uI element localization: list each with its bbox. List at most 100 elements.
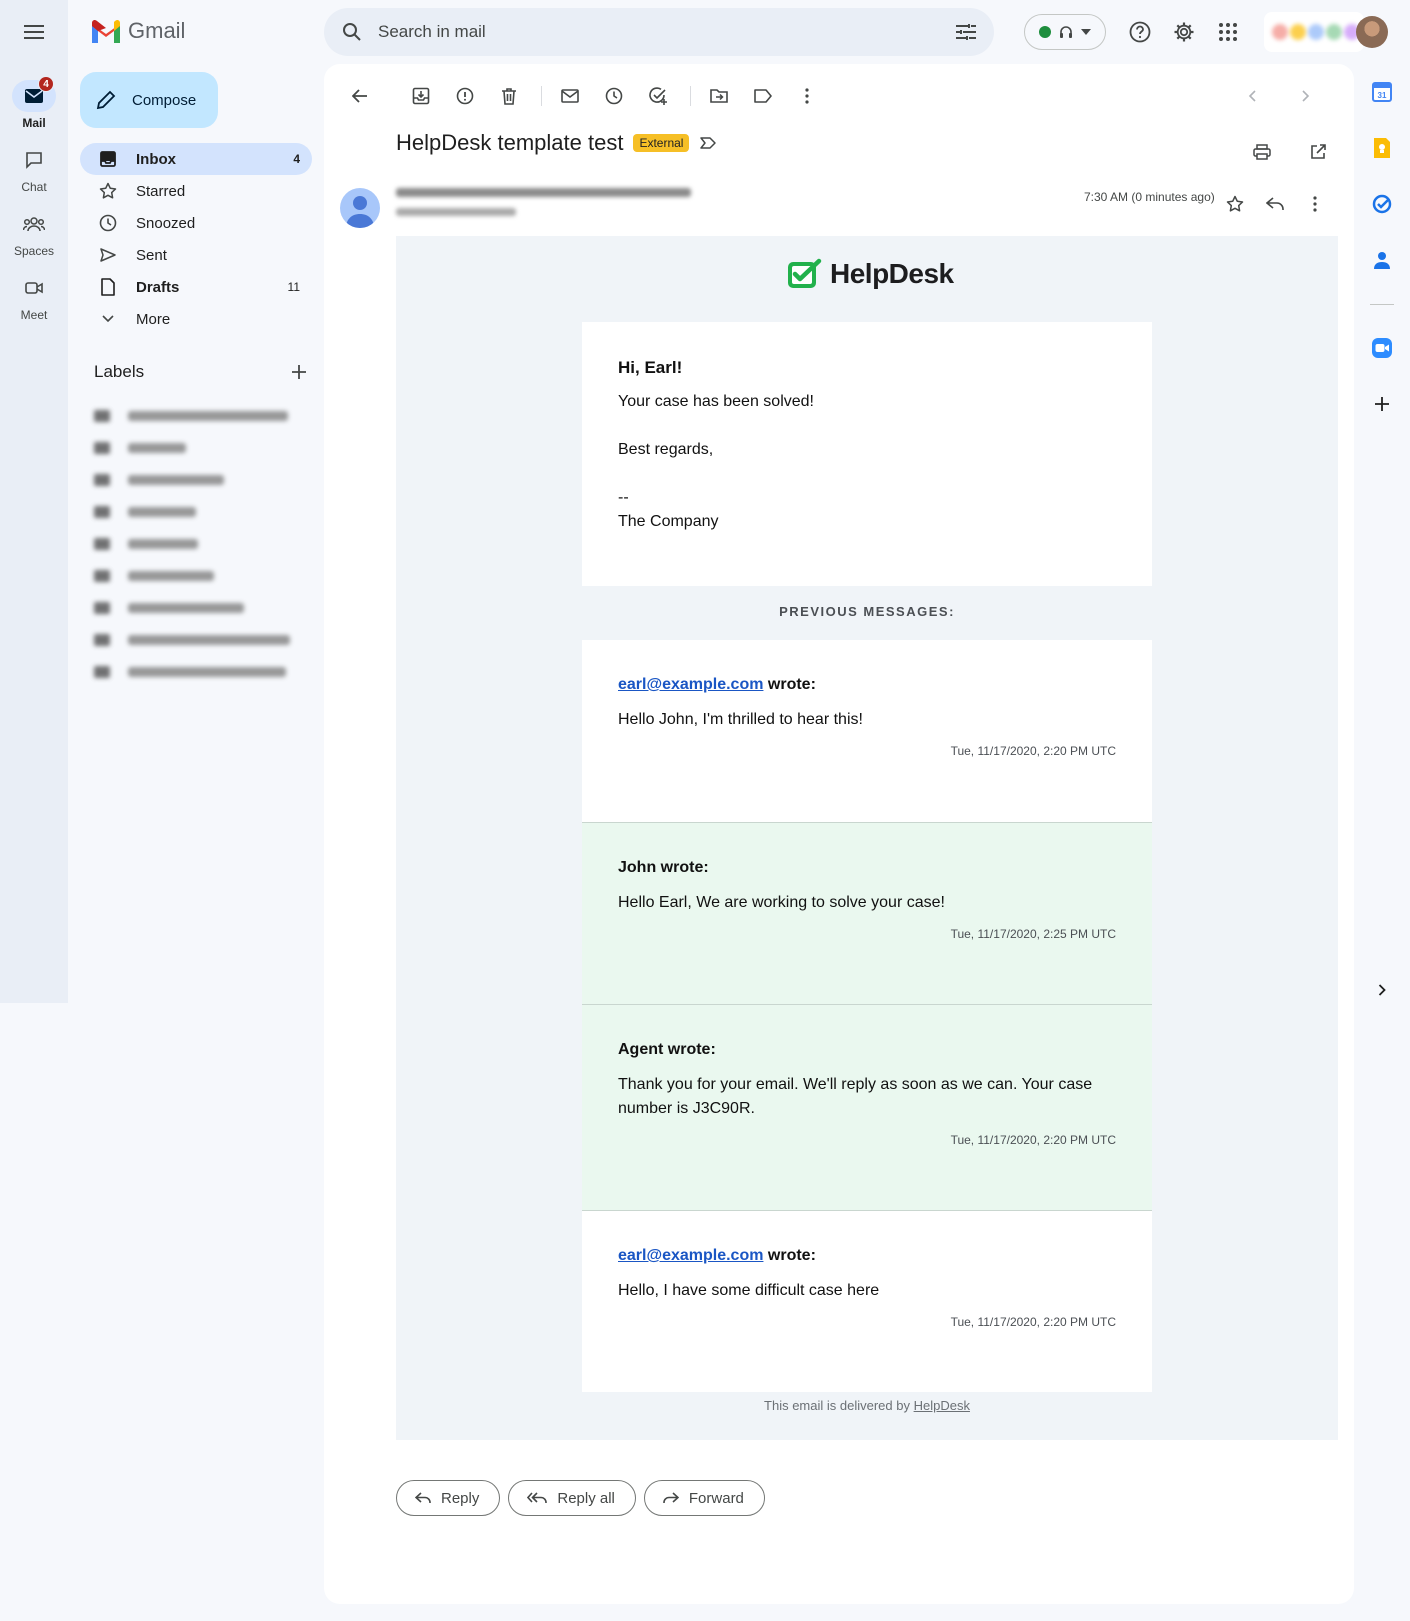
nav-count: 4 <box>293 152 300 166</box>
add-task-button[interactable] <box>638 76 678 116</box>
nav-item-drafts[interactable]: Drafts 11 <box>80 271 312 303</box>
account-switcher[interactable] <box>1264 12 1364 52</box>
more-vert-icon <box>1313 196 1317 212</box>
search-options-icon[interactable] <box>956 23 976 41</box>
compose-button[interactable]: Compose <box>80 72 218 128</box>
author-line: John wrote: <box>618 859 709 876</box>
email-main-card: Hi, Earl! Your case has been solved! Bes… <box>582 322 1152 586</box>
newer-button[interactable] <box>1232 76 1272 116</box>
expand-panel-chevron-icon[interactable] <box>1370 978 1394 1002</box>
sender-avatar[interactable] <box>340 188 380 228</box>
headset-icon <box>1060 26 1072 38</box>
gmail-logo[interactable]: Gmail <box>90 18 185 44</box>
reply-all-button[interactable]: Reply all <box>508 1480 636 1516</box>
signature-company: The Company <box>618 513 719 530</box>
add-addon-icon[interactable] <box>1370 392 1394 416</box>
zoom-app-icon[interactable] <box>1370 336 1394 360</box>
nav-label: Inbox <box>136 150 176 168</box>
star-button[interactable] <box>1222 184 1248 224</box>
more-options-button[interactable] <box>787 76 827 116</box>
reply-button[interactable]: Reply <box>396 1480 501 1516</box>
label-item-redacted[interactable] <box>94 592 304 624</box>
report-icon <box>456 87 474 105</box>
reply-actions: Reply Reply all Forward <box>396 1480 765 1516</box>
label-item-redacted[interactable] <box>94 624 304 656</box>
previous-message-time: Tue, 11/17/2020, 2:20 PM UTC <box>950 1315 1116 1329</box>
label-item-redacted[interactable] <box>94 432 304 464</box>
rail-mail[interactable]: 4 Mail <box>0 76 68 130</box>
folder-move-icon <box>710 89 728 103</box>
account-logo-icon <box>1326 24 1342 40</box>
previous-message: Agent wrote: Thank you for your email. W… <box>582 1004 1152 1210</box>
main-menu-icon[interactable] <box>20 20 48 44</box>
wrote-suffix: wrote: <box>763 676 816 693</box>
contacts-app-icon[interactable] <box>1370 248 1394 272</box>
message-view: HelpDesk template test External 7:30 AM … <box>324 64 1354 1604</box>
older-button[interactable] <box>1286 76 1326 116</box>
nav-label: Sent <box>136 246 167 264</box>
app-name: Gmail <box>128 18 186 43</box>
calendar-app-icon[interactable]: 31 <box>1370 80 1394 104</box>
pager <box>1232 76 1330 116</box>
account-logo-icon <box>1290 24 1306 40</box>
label-tag-icon <box>754 89 772 103</box>
nav-item-starred[interactable]: Starred <box>80 175 312 207</box>
rail-chat[interactable]: Chat <box>0 144 68 194</box>
forward-button[interactable]: Forward <box>643 1480 765 1516</box>
settings-gear-icon[interactable] <box>1172 20 1196 44</box>
nav-item-sent[interactable]: Sent <box>80 239 312 271</box>
nav-item-more[interactable]: More <box>80 303 312 335</box>
important-marker-icon[interactable] <box>699 136 717 150</box>
clock-icon <box>99 214 117 232</box>
help-icon[interactable] <box>1128 20 1152 44</box>
mark-unread-button[interactable] <box>550 76 590 116</box>
apps-grid-icon[interactable] <box>1216 20 1240 44</box>
sender-info-redacted <box>396 188 691 216</box>
delete-button[interactable] <box>489 76 529 116</box>
label-item-redacted[interactable] <box>94 496 304 528</box>
label-item-redacted[interactable] <box>94 400 304 432</box>
previous-message-text: Hello, I have some difficult case here <box>618 1282 880 1299</box>
status-chip[interactable] <box>1024 14 1106 50</box>
mail-unread-icon <box>561 89 579 103</box>
account-logo-icon <box>1308 24 1324 40</box>
keep-app-icon[interactable] <box>1370 136 1394 160</box>
rail-meet[interactable]: Meet <box>0 272 68 322</box>
search-bar[interactable]: Search in mail <box>324 8 994 56</box>
search-icon[interactable] <box>342 22 362 42</box>
back-button[interactable] <box>340 76 380 116</box>
nav-label: More <box>136 310 171 328</box>
message-subject: HelpDesk template test <box>396 130 624 155</box>
helpdesk-link[interactable]: HelpDesk <box>914 1398 970 1413</box>
account-avatar[interactable] <box>1356 16 1388 48</box>
app-rail: 4 Mail Chat Spaces Meet <box>0 0 68 1003</box>
reply-icon <box>415 1492 431 1503</box>
label-button[interactable] <box>743 76 783 116</box>
snooze-button[interactable] <box>594 76 634 116</box>
report-spam-button[interactable] <box>445 76 485 116</box>
search-input[interactable]: Search in mail <box>378 22 956 42</box>
previous-message-time: Tue, 11/17/2020, 2:25 PM UTC <box>950 927 1116 941</box>
subject-line: HelpDesk template test External <box>396 130 717 156</box>
label-item-redacted[interactable] <box>94 464 304 496</box>
message-more-button[interactable] <box>1302 184 1328 224</box>
labels-header: Labels <box>94 362 306 382</box>
quick-reply-button[interactable] <box>1262 184 1288 224</box>
sender-email-link[interactable]: earl@example.com <box>618 676 763 693</box>
open-new-window-button[interactable] <box>1298 132 1338 172</box>
label-item-redacted[interactable] <box>94 560 304 592</box>
add-label-icon[interactable] <box>292 365 306 379</box>
labels-list <box>94 400 304 688</box>
nav-item-inbox[interactable]: Inbox 4 <box>80 143 312 175</box>
label-item-redacted[interactable] <box>94 656 304 688</box>
print-button[interactable] <box>1242 132 1282 172</box>
nav-label: Snoozed <box>136 214 196 232</box>
archive-button[interactable] <box>401 76 441 116</box>
tasks-app-icon[interactable] <box>1370 192 1394 216</box>
nav-item-snoozed[interactable]: Snoozed <box>80 207 312 239</box>
label-item-redacted[interactable] <box>94 528 304 560</box>
compose-label: Compose <box>132 91 197 109</box>
move-to-button[interactable] <box>699 76 739 116</box>
rail-spaces[interactable]: Spaces <box>0 208 68 258</box>
sender-email-link[interactable]: earl@example.com <box>618 1247 763 1264</box>
